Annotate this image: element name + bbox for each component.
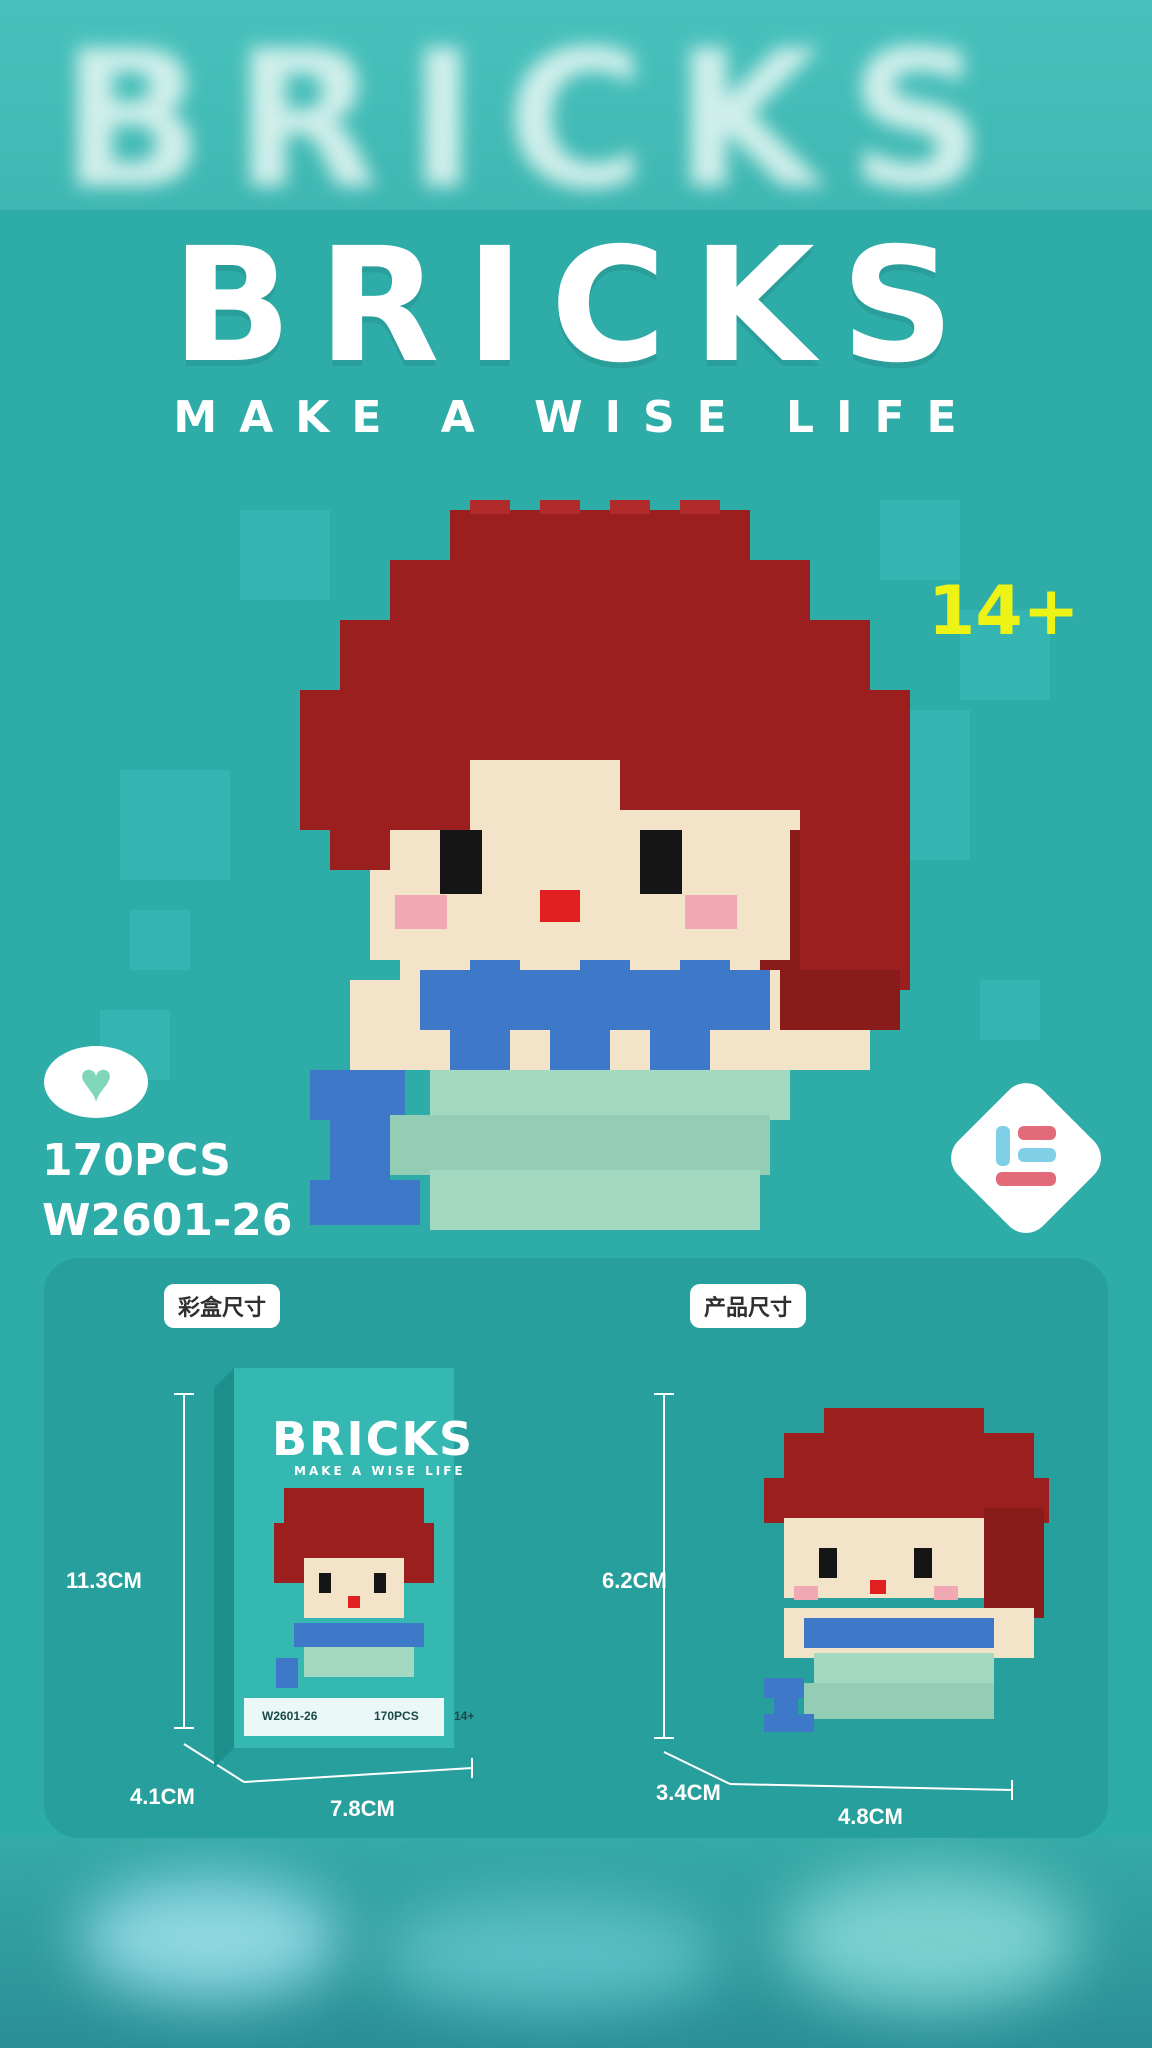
product-depth-label: 3.4CM [656, 1780, 721, 1805]
pixel-decoration [130, 910, 190, 970]
pixel-decoration [980, 980, 1040, 1040]
box-model-code: W2601-26 [262, 1709, 318, 1723]
lego-mermaid-figure [300, 500, 910, 1230]
box-piece-count: 170PCS [374, 1709, 419, 1723]
size-info-panel: 彩盒尺寸 产品尺寸 11.3CM 4.1CM 7.8CM BRICKS MAKE… [44, 1258, 1108, 1838]
box-age-rating: 14+ [454, 1709, 475, 1723]
color-box-size-label: 彩盒尺寸 [164, 1284, 281, 1328]
box-width-label: 7.8CM [330, 1796, 395, 1821]
pixel-decoration [120, 770, 230, 880]
heart-icon: ♥ [79, 1050, 113, 1113]
box-height-label: 11.3CM [66, 1568, 142, 1593]
top-blur-band: BRICKS [0, 0, 1152, 210]
product-poster: BRICKS MAKE A WISE LIFE 14+ ♥ 170PCS W26… [0, 210, 1152, 1838]
product-height-label: 6.2CM [602, 1568, 667, 1593]
brand-subtitle: MAKE A WISE LIFE [173, 392, 979, 443]
model-code: W2601-26 [42, 1195, 293, 1246]
product-mini-figure [764, 1408, 1049, 1732]
blur-blob [80, 1878, 340, 1998]
heart-badge: ♥ [44, 1046, 148, 1118]
brand-logo-icon [996, 1126, 1056, 1186]
product-width-label: 4.8CM [838, 1804, 903, 1829]
blurred-brand-text: BRICKS [60, 10, 1014, 210]
bottom-blur-band [0, 1838, 1152, 2048]
piece-count: 170PCS [42, 1135, 231, 1186]
age-rating: 14+ [928, 572, 1080, 651]
box-brand-subtitle: MAKE A WISE LIFE [294, 1464, 466, 1478]
product-size-label: 产品尺寸 [690, 1284, 807, 1328]
box-brand-title: BRICKS [272, 1412, 475, 1466]
brand-title: BRICKS [171, 214, 981, 398]
blur-blob [780, 1868, 1080, 2008]
blur-blob [380, 1898, 720, 2008]
box-depth-label: 4.1CM [130, 1784, 195, 1809]
